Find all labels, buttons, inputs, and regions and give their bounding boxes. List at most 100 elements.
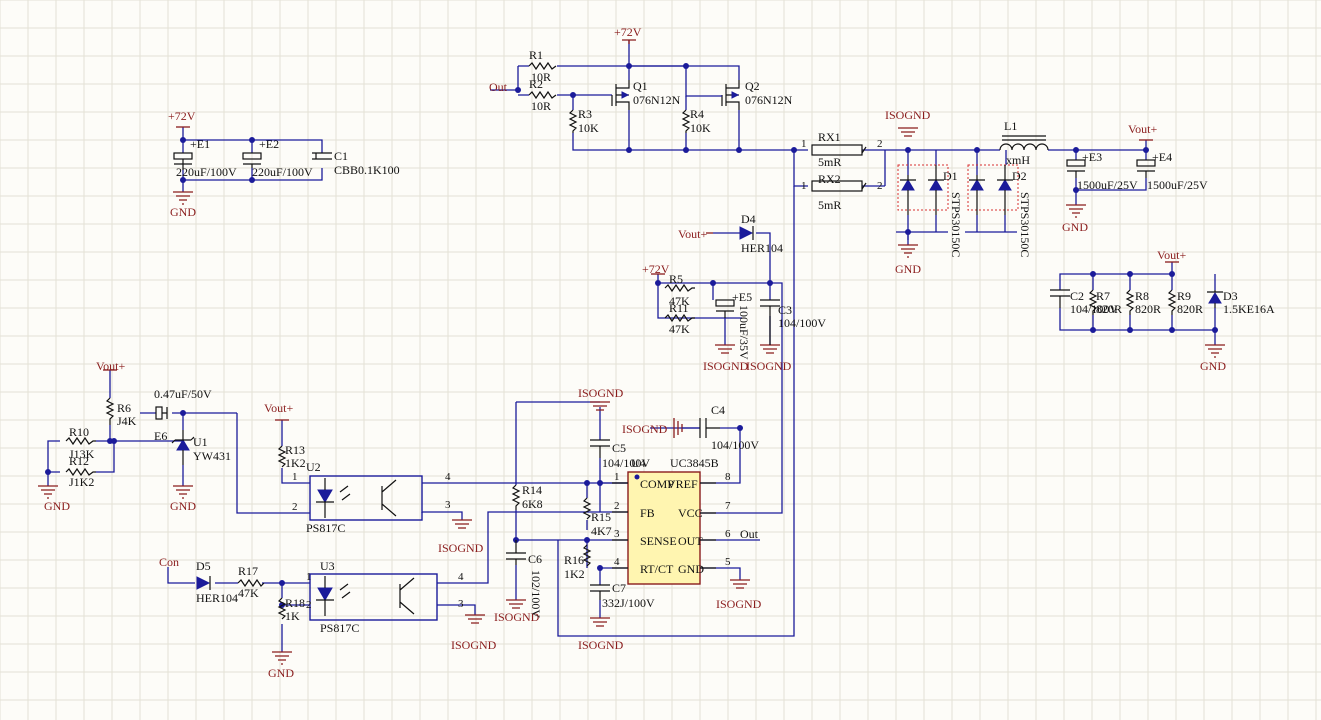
label-r7-value: 820R (1096, 302, 1122, 316)
net-label-isognd: ISOGND (885, 108, 931, 122)
label-r4: R4 (690, 107, 704, 121)
label-e6: E6 (154, 429, 167, 443)
label-u4-value: UC3845B (670, 456, 719, 470)
label-e4-value: 1500uF/25V (1147, 178, 1208, 192)
label-r7: R7 (1096, 289, 1110, 303)
label-c4: C4 (711, 403, 725, 417)
label-r6-value: J4K (117, 414, 137, 428)
svg-text:2: 2 (614, 500, 620, 512)
net-label-72v: +72V (642, 262, 670, 276)
net-label-isognd: ISOGND (746, 359, 792, 373)
label-e6-value: 0.47uF/50V (154, 387, 212, 401)
label-u2: U2 (306, 460, 321, 474)
svg-text:1: 1 (306, 571, 312, 583)
label-e2-value: 220uF/100V (252, 165, 313, 179)
label-e1: +E1 (190, 137, 210, 151)
label-r2: R2 (529, 77, 543, 91)
label-c1: C1 (334, 149, 348, 163)
net-label-gnd: GND (170, 499, 196, 513)
label-r13-value: 1K2 (285, 456, 306, 470)
svg-text:2: 2 (292, 501, 298, 513)
net-label-isognd: ISOGND (451, 638, 497, 652)
label-r12-value: J1K2 (69, 475, 94, 489)
net-label-gnd: GND (1062, 220, 1088, 234)
label-rx2-value: 5mR (818, 198, 841, 212)
net-label-isognd: ISOGND (578, 638, 624, 652)
label-u2-value: PS817C (306, 521, 345, 535)
label-c3-value: 104/100V (778, 316, 826, 330)
label-r17-value: 47K (238, 586, 259, 600)
label-c2: C2 (1070, 289, 1084, 303)
ic-pin-sense: SENSE (640, 534, 677, 548)
ic-pin-gnd: GND (678, 562, 704, 576)
label-r12: R12 (69, 454, 89, 468)
label-rx1-value: 5mR (818, 155, 841, 169)
label-r13: R13 (285, 443, 305, 457)
label-r4-value: 10K (690, 121, 711, 135)
label-u1-value: YW431 (193, 449, 231, 463)
svg-text:5: 5 (725, 556, 731, 568)
label-r8: R8 (1135, 289, 1149, 303)
svg-text:8: 8 (725, 471, 731, 483)
label-r15-value: 4K7 (591, 524, 612, 538)
ic-pin-out: OUT (678, 534, 703, 548)
net-label-isognd: ISOGND (438, 541, 484, 555)
label-e3: +E3 (1082, 150, 1102, 164)
label-u3-value: PS817C (320, 621, 359, 635)
label-d1-value: STPS30150C (949, 192, 963, 257)
ic-pin-vcc: VCC (678, 506, 703, 520)
ic-pin-rtct: RT/CT (640, 562, 674, 576)
net-label-vout: Vout+ (1128, 122, 1157, 136)
label-r9: R9 (1177, 289, 1191, 303)
label-d1: D1 (943, 169, 958, 183)
label-d5: D5 (196, 559, 211, 573)
svg-text:4: 4 (458, 571, 464, 583)
svg-text:2: 2 (877, 180, 883, 192)
svg-text:2: 2 (306, 599, 312, 611)
label-r11-value: 47K (669, 322, 690, 336)
label-e3-value: 1500uF/25V (1077, 178, 1138, 192)
label-u4: U4 (631, 456, 646, 470)
net-label-vout: Vout+ (678, 227, 707, 241)
label-r16-value: 1K2 (564, 567, 585, 581)
label-r3: R3 (578, 107, 592, 121)
svg-text:4: 4 (445, 471, 451, 483)
label-d2: D2 (1012, 169, 1027, 183)
net-label-vout: Vout+ (1157, 248, 1186, 262)
svg-text:1: 1 (801, 180, 807, 192)
net-label-72v: +72V (168, 109, 196, 123)
net-label-isognd: ISOGND (703, 359, 749, 373)
label-r14-value: 6K8 (522, 497, 543, 511)
label-r18: R18 (285, 596, 305, 610)
label-d4: D4 (741, 212, 756, 226)
schematic-canvas: +72V +72V +72V GND GND GND GND GND GND G… (0, 0, 1321, 720)
label-e5-value: 100uF/35V (737, 305, 751, 360)
svg-text:7: 7 (725, 500, 731, 512)
label-e1-value: 220uF/100V (176, 165, 237, 179)
svg-text:1: 1 (614, 471, 620, 483)
label-r10: R10 (69, 425, 89, 439)
label-l1: L1 (1004, 119, 1017, 133)
label-r18-value: 1K (285, 609, 300, 623)
net-label-gnd: GND (170, 205, 196, 219)
net-label-gnd: GND (895, 262, 921, 276)
label-q2-value: 076N12N (745, 93, 793, 107)
ic-pin-fb: FB (640, 506, 655, 520)
svg-text:6: 6 (725, 528, 731, 540)
net-label-con: Con (159, 555, 179, 569)
net-label-72v: +72V (614, 25, 642, 39)
label-c7-value: 332J/100V (602, 596, 655, 610)
label-d3: D3 (1223, 289, 1238, 303)
svg-text:1: 1 (801, 138, 807, 150)
svg-text:1: 1 (292, 471, 298, 483)
label-r15: R15 (591, 510, 611, 524)
label-r5: R5 (669, 272, 683, 286)
label-rx2: RX2 (818, 172, 841, 186)
label-r8-value: 820R (1135, 302, 1161, 316)
label-rx1: RX1 (818, 130, 841, 144)
label-r16: R16 (564, 553, 584, 567)
label-r1: R1 (529, 48, 543, 62)
svg-text:3: 3 (458, 598, 464, 610)
label-e5: +E5 (732, 290, 752, 304)
net-label-gnd: GND (268, 666, 294, 680)
